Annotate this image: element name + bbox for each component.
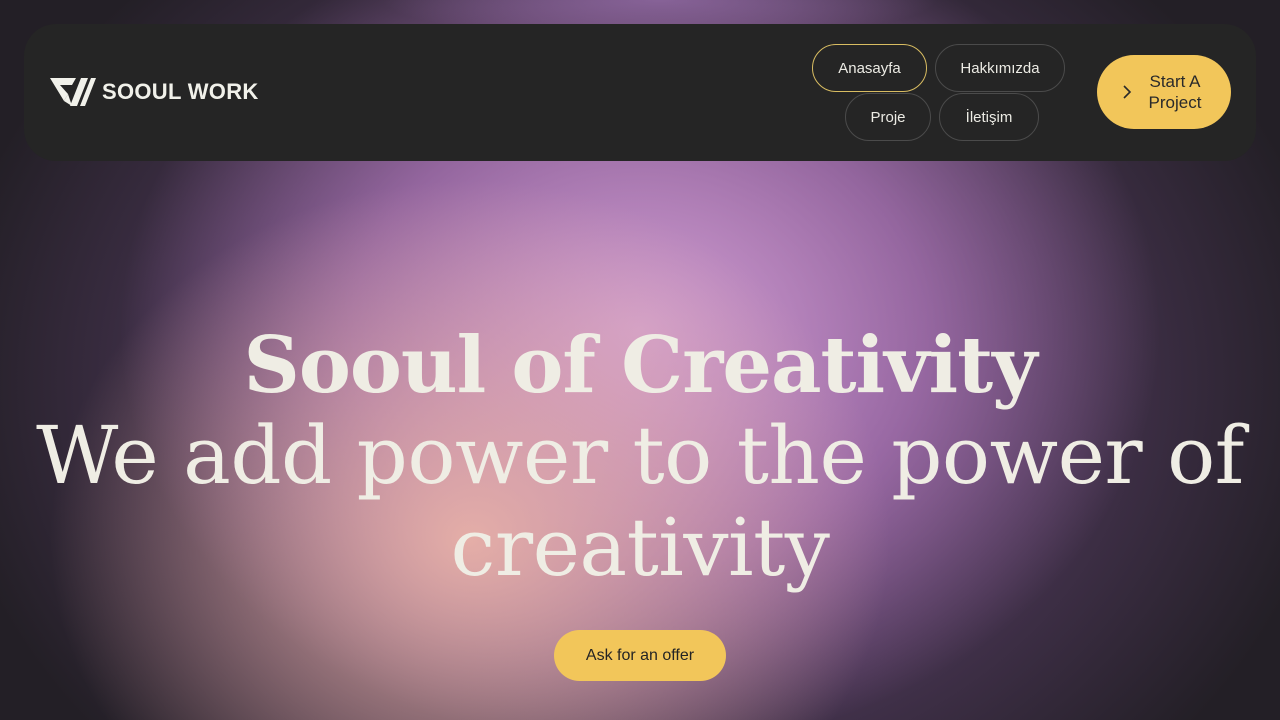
brand-name: SOOUL WORK [102, 79, 259, 104]
nav-item-iletisim[interactable]: İletişim [939, 93, 1039, 141]
start-project-label: Start A Project [1148, 72, 1202, 112]
hero-title: Sooul of Creativity [243, 320, 1038, 411]
ask-offer-button[interactable]: Ask for an offer [554, 630, 726, 681]
chevron-right-icon [1123, 85, 1132, 99]
brand-logo[interactable]: SOOUL WORK [50, 76, 259, 108]
start-project-button[interactable]: Start A Project [1097, 55, 1231, 129]
nav-item-hakkimizda[interactable]: Hakkımızda [935, 44, 1065, 92]
hero-subtitle: We add power to the power of creativity [36, 409, 1244, 594]
sw-monogram-icon [50, 78, 96, 106]
nav-item-anasayfa[interactable]: Anasayfa [812, 44, 927, 92]
nav-item-proje[interactable]: Proje [845, 93, 931, 141]
navbar: SOOUL WORK Anasayfa Hakkımızda Proje İle… [24, 24, 1256, 161]
